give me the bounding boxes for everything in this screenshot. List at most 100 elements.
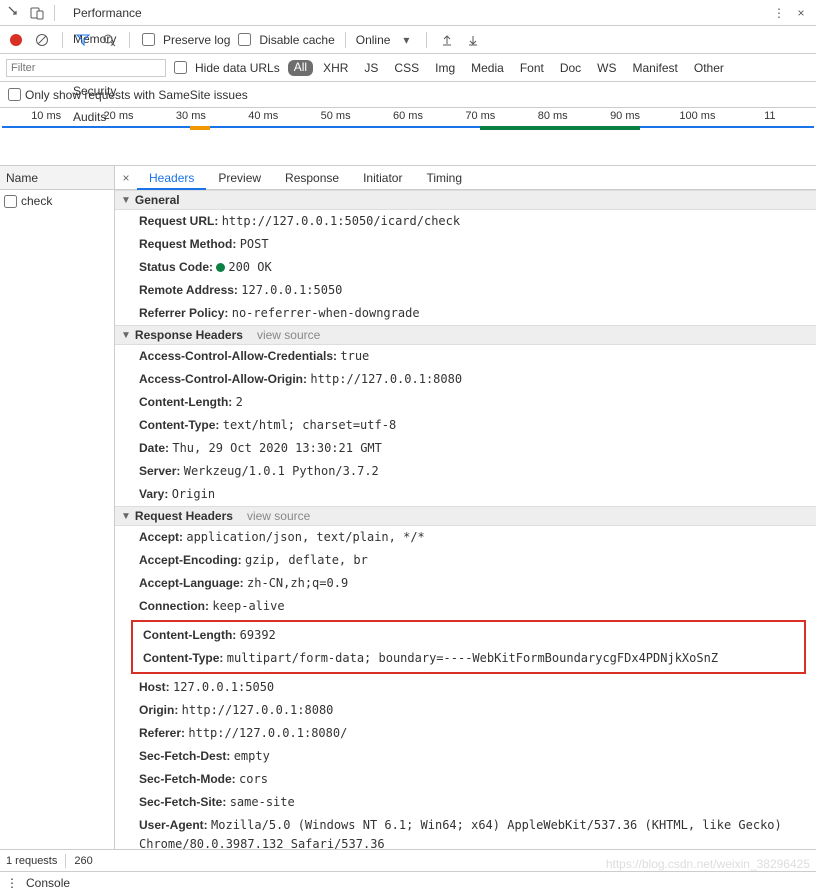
tab-performance[interactable]: Performance bbox=[61, 0, 154, 26]
detail-tab-initiator[interactable]: Initiator bbox=[351, 166, 414, 190]
label: Request Method: bbox=[139, 237, 236, 251]
value: zh-CN,zh;q=0.9 bbox=[247, 576, 348, 590]
type-filter-xhr[interactable]: XHR bbox=[317, 60, 354, 76]
label: Accept: bbox=[139, 530, 183, 544]
label: Date: bbox=[139, 441, 169, 455]
label: Host: bbox=[139, 680, 170, 694]
timeline-bar bbox=[2, 126, 814, 128]
value: gzip, deflate, br bbox=[245, 553, 368, 567]
search-icon[interactable] bbox=[99, 30, 119, 50]
request-list: Name check bbox=[0, 166, 115, 849]
download-har-icon[interactable] bbox=[463, 30, 483, 50]
drawer-menu-icon[interactable]: ⋮ bbox=[6, 876, 18, 890]
value: Origin bbox=[172, 487, 215, 501]
samesite-checkbox[interactable] bbox=[8, 88, 21, 101]
detail-tab-preview[interactable]: Preview bbox=[206, 166, 273, 190]
detail-tabs: × HeadersPreviewResponseInitiatorTiming bbox=[115, 166, 816, 190]
label: Content-Length: bbox=[139, 395, 232, 409]
type-filter-manifest[interactable]: Manifest bbox=[627, 60, 684, 76]
type-filter-ws[interactable]: WS bbox=[591, 60, 622, 76]
status-dot-icon bbox=[216, 263, 225, 272]
console-drawer[interactable]: ⋮ Console bbox=[0, 871, 816, 893]
console-label: Console bbox=[26, 876, 70, 890]
filter-input[interactable] bbox=[6, 59, 166, 77]
hide-data-urls-checkbox[interactable] bbox=[174, 61, 187, 74]
record-button[interactable] bbox=[6, 30, 26, 50]
preserve-log-label: Preserve log bbox=[163, 33, 230, 47]
timeline-tick: 90 ms bbox=[589, 110, 661, 122]
type-filter-font[interactable]: Font bbox=[514, 60, 550, 76]
value: empty bbox=[234, 749, 270, 763]
hide-data-urls-label: Hide data URLs bbox=[195, 61, 280, 75]
devtools-top-tabs: ElementsConsoleSourcesNetworkPerformance… bbox=[0, 0, 816, 26]
value: Werkzeug/1.0.1 Python/3.7.2 bbox=[184, 464, 379, 478]
type-filter-media[interactable]: Media bbox=[465, 60, 510, 76]
clear-icon[interactable] bbox=[32, 30, 52, 50]
more-icon[interactable]: ⋮ bbox=[768, 2, 790, 24]
timeline-tick: 100 ms bbox=[661, 110, 733, 122]
label: Access-Control-Allow-Origin: bbox=[139, 372, 307, 386]
value: http://127.0.0.1:8080 bbox=[310, 372, 462, 386]
type-filter-js[interactable]: JS bbox=[358, 60, 384, 76]
transfer-size: 260 bbox=[74, 855, 92, 867]
label: Access-Control-Allow-Credentials: bbox=[139, 349, 337, 363]
type-filter-other[interactable]: Other bbox=[688, 60, 730, 76]
timeline-tick: 40 ms bbox=[227, 110, 299, 122]
close-icon[interactable]: × bbox=[790, 2, 812, 24]
value: same-site bbox=[230, 795, 295, 809]
value: 69392 bbox=[240, 628, 276, 642]
detail-tab-response[interactable]: Response bbox=[273, 166, 351, 190]
type-filter-doc[interactable]: Doc bbox=[554, 60, 587, 76]
label: Accept-Language: bbox=[139, 576, 244, 590]
detail-tab-headers[interactable]: Headers bbox=[137, 166, 206, 190]
value: Mozilla/5.0 (Windows NT 6.1; Win64; x64)… bbox=[139, 818, 782, 849]
filter-toggle-icon[interactable] bbox=[73, 30, 93, 50]
detail-tab-timing[interactable]: Timing bbox=[414, 166, 474, 190]
value: http://127.0.0.1:8080/ bbox=[188, 726, 347, 740]
name-column-header[interactable]: Name bbox=[0, 166, 114, 190]
label: Sec-Fetch-Dest: bbox=[139, 749, 230, 763]
value: cors bbox=[239, 772, 268, 786]
label: Request URL: bbox=[139, 214, 218, 228]
request-row-checkbox[interactable] bbox=[4, 195, 17, 208]
timeline-tick: 80 ms bbox=[517, 110, 589, 122]
close-detail-icon[interactable]: × bbox=[115, 171, 137, 185]
timeline-tick: 11 bbox=[734, 110, 806, 122]
section-request-headers[interactable]: ▼ Request Headers view source bbox=[115, 506, 816, 526]
label: Referer: bbox=[139, 726, 185, 740]
device-toggle-icon[interactable] bbox=[26, 2, 48, 24]
value: http://127.0.0.1:5050/icard/check bbox=[222, 214, 460, 228]
label: Status Code: bbox=[139, 260, 213, 274]
type-filter-css[interactable]: CSS bbox=[388, 60, 425, 76]
value: 127.0.0.1:5050 bbox=[173, 680, 274, 694]
timeline-tick: 60 ms bbox=[372, 110, 444, 122]
view-source-link[interactable]: view source bbox=[257, 328, 320, 342]
value: true bbox=[340, 349, 369, 363]
timeline[interactable]: 10 ms20 ms30 ms40 ms50 ms60 ms70 ms80 ms… bbox=[0, 108, 816, 166]
inspect-icon[interactable] bbox=[4, 2, 26, 24]
timeline-tick: 50 ms bbox=[299, 110, 371, 122]
throttle-dropdown-icon[interactable]: ▾ bbox=[396, 30, 416, 50]
label: Accept-Encoding: bbox=[139, 553, 242, 567]
view-source-link[interactable]: view source bbox=[247, 509, 310, 523]
preserve-log-checkbox[interactable] bbox=[142, 33, 155, 46]
label: Referrer Policy: bbox=[139, 306, 228, 320]
type-filter-all[interactable]: All bbox=[288, 60, 313, 76]
label: Sec-Fetch-Mode: bbox=[139, 772, 236, 786]
upload-har-icon[interactable] bbox=[437, 30, 457, 50]
section-general[interactable]: ▼ General bbox=[115, 190, 816, 210]
timeline-tick: 20 ms bbox=[82, 110, 154, 122]
value: 2 bbox=[236, 395, 243, 409]
request-row[interactable]: check bbox=[0, 190, 114, 212]
label: Remote Address: bbox=[139, 283, 238, 297]
type-filter-img[interactable]: Img bbox=[429, 60, 461, 76]
label: Sec-Fetch-Site: bbox=[139, 795, 226, 809]
value: text/html; charset=utf-8 bbox=[223, 418, 396, 432]
highlighted-headers: Content-Length: 69392 Content-Type: mult… bbox=[131, 620, 806, 674]
separator bbox=[54, 5, 55, 21]
section-response-headers[interactable]: ▼ Response Headers view source bbox=[115, 325, 816, 345]
collapse-icon: ▼ bbox=[121, 195, 131, 206]
samesite-label: Only show requests with SameSite issues bbox=[25, 88, 248, 102]
disable-cache-checkbox[interactable] bbox=[238, 33, 251, 46]
value: multipart/form-data; boundary=----WebKit… bbox=[227, 651, 718, 665]
